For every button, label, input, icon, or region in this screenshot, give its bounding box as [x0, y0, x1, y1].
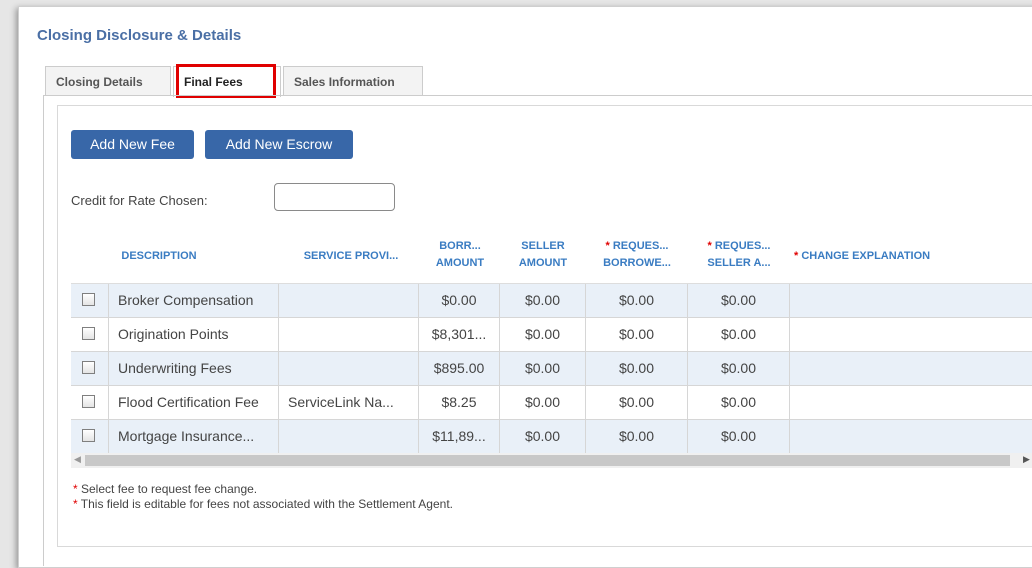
table-row[interactable]: Flood Certification Fee ServiceLink Na..…	[71, 386, 1032, 420]
add-new-escrow-button[interactable]: Add New Escrow	[205, 130, 353, 159]
column-header-requested-seller-line1: REQUES...	[714, 240, 771, 252]
tab-final-fees[interactable]: Final Fees	[173, 66, 281, 97]
fee-seller-amount: $0.00	[500, 284, 586, 317]
add-new-fee-button[interactable]: Add New Fee	[71, 130, 194, 159]
fee-requested-seller[interactable]: $0.00	[688, 318, 790, 351]
fee-seller-amount: $0.00	[500, 420, 586, 453]
fee-description: Flood Certification Fee	[109, 386, 279, 419]
fee-seller-amount: $0.00	[500, 386, 586, 419]
fee-requested-borrower[interactable]: $0.00	[586, 284, 688, 317]
footnote-editable-field: * This field is editable for fees not as…	[73, 497, 453, 511]
column-header-borrower-amount-line1: BORR...	[439, 240, 481, 252]
fee-borrower-amount: $895.00	[419, 352, 500, 385]
fee-service-provider	[279, 352, 419, 385]
fee-service-provider	[279, 318, 419, 351]
required-asterisk: *	[605, 240, 610, 252]
fee-requested-seller[interactable]: $0.00	[688, 352, 790, 385]
scroll-left-icon[interactable]: ◀	[74, 454, 81, 465]
column-header-requested-seller[interactable]: * REQUES... SELLER A...	[688, 238, 790, 272]
fee-change-explanation[interactable]	[790, 420, 1032, 453]
fee-seller-amount: $0.00	[500, 352, 586, 385]
fee-service-provider: ServiceLink Na...	[279, 386, 419, 419]
fee-description: Broker Compensation	[109, 284, 279, 317]
row-select-cell	[71, 352, 109, 385]
fee-requested-seller[interactable]: $0.00	[688, 386, 790, 419]
fee-change-explanation[interactable]	[790, 352, 1032, 385]
closing-disclosure-panel: Closing Disclosure & Details Closing Det…	[18, 6, 1032, 568]
table-row[interactable]: Broker Compensation $0.00 $0.00 $0.00 $0…	[71, 284, 1032, 318]
fee-seller-amount: $0.00	[500, 318, 586, 351]
column-header-requested-borrower[interactable]: * REQUES... BORROWE...	[586, 238, 688, 272]
scroll-right-icon[interactable]: ▶	[1023, 454, 1030, 465]
footnote-text: Select fee to request fee change.	[77, 482, 258, 496]
tab-closing-details[interactable]: Closing Details	[45, 66, 171, 96]
table-row[interactable]: Mortgage Insurance... $11,89... $0.00 $0…	[71, 420, 1032, 454]
footnote-select-fee: * Select fee to request fee change.	[73, 482, 257, 496]
grid-horizontal-scrollbar[interactable]: ◀ ▶	[71, 453, 1032, 468]
fee-borrower-amount: $11,89...	[419, 420, 500, 453]
table-row[interactable]: Underwriting Fees $895.00 $0.00 $0.00 $0…	[71, 352, 1032, 386]
fee-description: Underwriting Fees	[109, 352, 279, 385]
fee-service-provider	[279, 420, 419, 453]
row-select-cell	[71, 420, 109, 453]
fee-requested-seller[interactable]: $0.00	[688, 420, 790, 453]
column-header-borrower-amount-line2: AMOUNT	[435, 257, 485, 269]
fee-description: Mortgage Insurance...	[109, 420, 279, 453]
fee-requested-borrower[interactable]: $0.00	[586, 352, 688, 385]
horizontal-scroll-thumb[interactable]	[85, 455, 1010, 466]
column-header-borrower-amount[interactable]: BORR... AMOUNT	[419, 238, 501, 272]
fees-grid: Broker Compensation $0.00 $0.00 $0.00 $0…	[71, 283, 1032, 454]
column-header-requested-borrower-line2: BORROWE...	[603, 257, 671, 269]
fee-description: Origination Points	[109, 318, 279, 351]
fee-requested-borrower[interactable]: $0.00	[586, 420, 688, 453]
row-checkbox[interactable]	[82, 395, 95, 408]
column-header-seller-amount-line1: SELLER	[521, 240, 565, 252]
row-select-cell	[71, 386, 109, 419]
fee-requested-borrower[interactable]: $0.00	[586, 386, 688, 419]
fee-borrower-amount: $8,301...	[419, 318, 500, 351]
fee-requested-borrower[interactable]: $0.00	[586, 318, 688, 351]
credit-for-rate-label: Credit for Rate Chosen:	[71, 193, 208, 208]
fee-borrower-amount: $0.00	[419, 284, 500, 317]
column-header-requested-borrower-line1: REQUES...	[612, 240, 669, 252]
column-header-requested-seller-line2: SELLER A...	[707, 257, 771, 269]
row-select-cell	[71, 318, 109, 351]
panel-title: Closing Disclosure & Details	[37, 27, 242, 44]
row-checkbox[interactable]	[82, 429, 95, 442]
credit-for-rate-input[interactable]	[274, 183, 395, 211]
column-header-service-provider[interactable]: SERVICE PROVI...	[281, 248, 421, 265]
fee-requested-seller[interactable]: $0.00	[688, 284, 790, 317]
row-checkbox[interactable]	[82, 293, 95, 306]
column-header-seller-amount-line2: AMOUNT	[518, 257, 568, 269]
column-header-change-explanation[interactable]: * CHANGE EXPLANATION	[790, 248, 962, 265]
fee-change-explanation[interactable]	[790, 318, 1032, 351]
row-checkbox[interactable]	[82, 327, 95, 340]
fee-change-explanation[interactable]	[790, 386, 1032, 419]
column-header-seller-amount[interactable]: SELLER AMOUNT	[500, 238, 586, 272]
fee-change-explanation[interactable]	[790, 284, 1032, 317]
row-checkbox[interactable]	[82, 361, 95, 374]
fee-service-provider	[279, 284, 419, 317]
required-asterisk: *	[707, 240, 712, 252]
table-row[interactable]: Origination Points $8,301... $0.00 $0.00…	[71, 318, 1032, 352]
column-header-change-explanation-label: CHANGE EXPLANATION	[801, 250, 931, 262]
required-asterisk: *	[794, 250, 799, 262]
footnote-text: This field is editable for fees not asso…	[77, 497, 453, 511]
fee-borrower-amount: $8.25	[419, 386, 500, 419]
row-select-cell	[71, 284, 109, 317]
tab-sales-information[interactable]: Sales Information	[283, 66, 423, 96]
column-header-description[interactable]: DESCRIPTION	[99, 248, 219, 265]
